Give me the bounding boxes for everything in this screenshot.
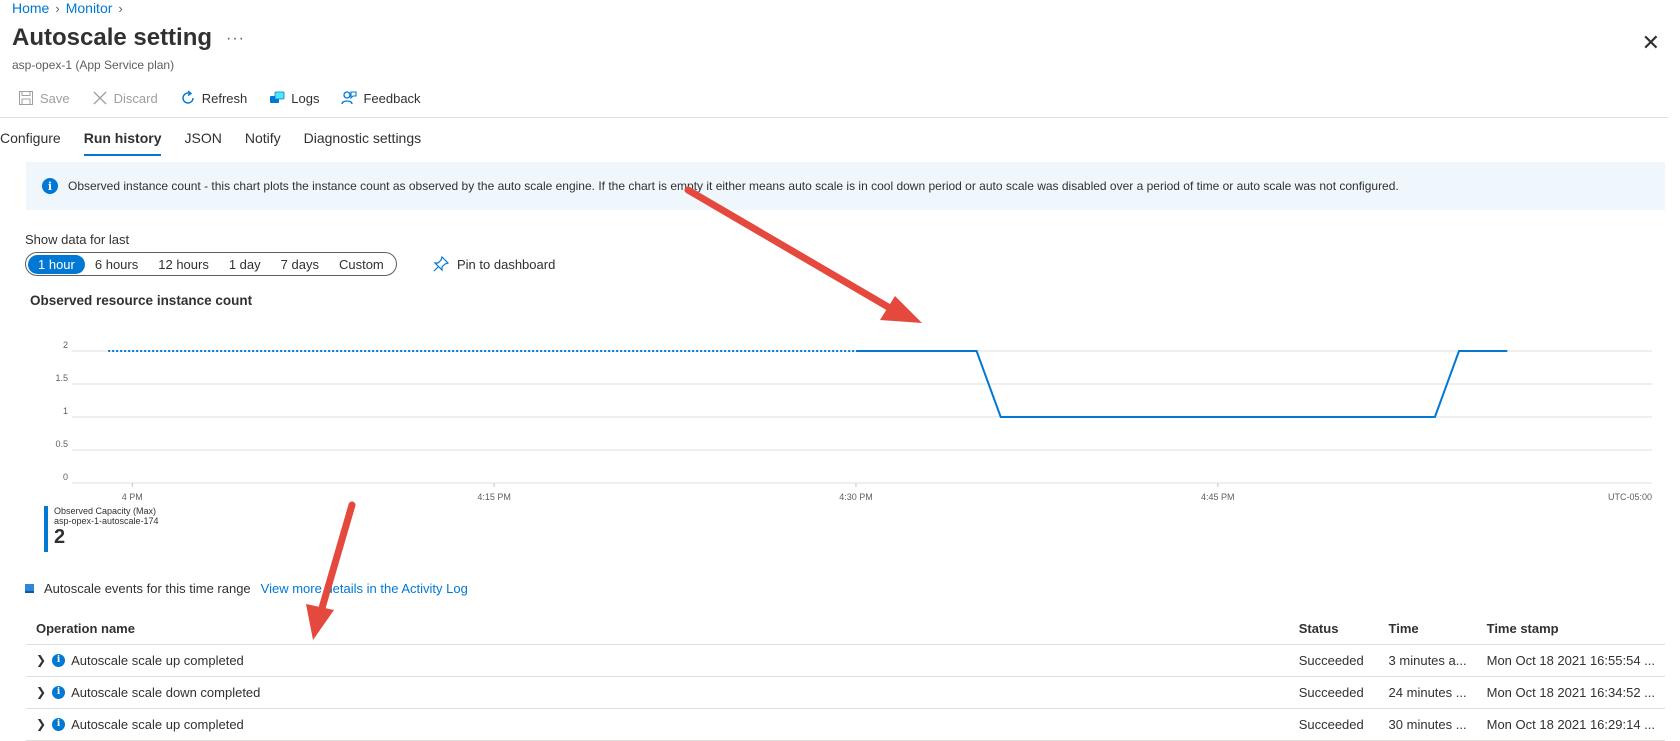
tab-run-history[interactable]: Run history	[83, 130, 162, 156]
tab-bar: Configure Run history JSON Notify Diagno…	[0, 130, 421, 156]
info-banner-text: Observed instance count - this chart plo…	[68, 179, 1399, 193]
time-option-1-day[interactable]: 1 day	[219, 255, 271, 274]
y-tick-label: 0	[63, 472, 68, 482]
operation-name: Autoscale scale up completed	[71, 652, 244, 668]
time-cell: 3 minutes a...	[1378, 644, 1477, 677]
instance-count-chart: 0 0.5 1 1.5 2 4 PM 4:15 PM 4:30 PM 4:45 PM UTC-05…	[55, 340, 1652, 502]
column-header-timestamp[interactable]: Time stamp	[1476, 614, 1665, 645]
status-cell: Succeeded	[1288, 676, 1379, 709]
page-title: Autoscale setting	[12, 24, 213, 51]
chart-title: Observed resource instance count	[30, 293, 253, 308]
y-tick-label: 2	[63, 340, 68, 350]
operation-name: Autoscale scale up completed	[71, 716, 244, 732]
feedback-label: Feedback	[363, 90, 421, 106]
time-cell: 24 minutes ...	[1378, 676, 1477, 709]
discard-label: Discard	[113, 90, 158, 106]
operation-name: Autoscale scale down completed	[71, 684, 261, 700]
table-header-row: Operation name Status Time Time stamp	[26, 614, 1665, 645]
timezone-label: UTC-05:00	[1608, 492, 1652, 502]
time-option-custom[interactable]: Custom	[329, 255, 394, 274]
discard-icon	[93, 91, 107, 105]
refresh-label: Refresh	[201, 90, 248, 106]
feedback-icon	[341, 91, 358, 105]
timestamp-cell: Mon Oct 18 2021 16:34:52 ...	[1476, 676, 1665, 709]
timestamp-cell: Mon Oct 18 2021 16:29:14 ...	[1476, 708, 1665, 741]
chart-legend[interactable]: Observed Capacity (Max) asp-opex-1-autos…	[44, 506, 159, 552]
x-tick-label: 4:30 PM	[839, 492, 873, 502]
activity-log-link[interactable]: View more details in the Activity Log	[261, 581, 468, 596]
x-tick-label: 4:45 PM	[1201, 492, 1235, 502]
y-tick-label: 1	[63, 406, 68, 416]
column-header-status[interactable]: Status	[1288, 614, 1379, 645]
info-icon: i	[42, 178, 58, 194]
page-subtitle: asp-opex-1 (App Service plan)	[12, 58, 175, 72]
status-cell: Succeeded	[1288, 644, 1379, 677]
info-icon: i	[52, 653, 66, 667]
chevron-right-icon[interactable]: ❯	[36, 717, 46, 731]
refresh-button[interactable]: Refresh	[180, 90, 248, 106]
events-table: Operation name Status Time Time stamp ❯ i…	[26, 614, 1665, 741]
breadcrumb-monitor-link[interactable]: Monitor	[66, 0, 113, 16]
command-bar: Save Discard Refresh Logs Feedback	[18, 90, 421, 106]
tab-configure[interactable]: Configure	[0, 130, 61, 156]
column-header-time[interactable]: Time	[1378, 614, 1477, 645]
chevron-right-icon[interactable]: ❯	[36, 653, 46, 667]
events-heading-text: Autoscale events for this time range	[44, 581, 251, 596]
logs-label: Logs	[291, 90, 320, 106]
legend-series-name: Observed Capacity (Max)	[54, 506, 157, 516]
time-option-7-days[interactable]: 7 days	[271, 255, 329, 274]
save-button[interactable]: Save	[18, 90, 70, 106]
y-tick-label: 1.5	[55, 373, 68, 383]
events-icon	[25, 584, 34, 593]
info-icon: i	[52, 685, 66, 699]
save-icon	[19, 91, 33, 105]
logs-icon	[270, 91, 285, 103]
more-options-button[interactable]: ···	[226, 30, 245, 48]
divider	[0, 117, 1668, 118]
legend-value: 2	[54, 526, 66, 548]
tab-json[interactable]: JSON	[184, 130, 221, 156]
pin-label: Pin to dashboard	[457, 256, 556, 272]
chevron-right-icon: ›	[55, 0, 60, 16]
time-option-6-hours[interactable]: 6 hours	[85, 255, 148, 274]
time-option-12-hours[interactable]: 12 hours	[148, 255, 219, 274]
status-cell: Succeeded	[1288, 708, 1379, 741]
chevron-right-icon: ›	[118, 0, 123, 16]
time-cell: 30 minutes ...	[1378, 708, 1477, 741]
info-icon: i	[52, 717, 66, 731]
chevron-right-icon[interactable]: ❯	[36, 685, 46, 699]
events-heading: Autoscale events for this time range Vie…	[25, 581, 468, 596]
x-tick-label: 4 PM	[122, 492, 143, 502]
table-row[interactable]: ❯ i Autoscale scale down completed Succeed…	[26, 676, 1665, 709]
tab-notify[interactable]: Notify	[245, 130, 281, 156]
time-range-label: Show data for last	[25, 232, 130, 247]
x-tick-label: 4:15 PM	[477, 492, 511, 502]
legend-color-bar	[44, 506, 48, 552]
timestamp-cell: Mon Oct 18 2021 16:55:54 ...	[1476, 644, 1665, 677]
feedback-button[interactable]: Feedback	[341, 90, 421, 106]
table-row[interactable]: ❯ i Autoscale scale up completed Succeeded…	[26, 708, 1665, 741]
pin-to-dashboard-button[interactable]: Pin to dashboard	[433, 256, 555, 272]
discard-button[interactable]: Discard	[92, 90, 158, 106]
close-icon[interactable]: ✕	[1642, 30, 1660, 56]
column-header-operation[interactable]: Operation name	[26, 614, 1289, 645]
legend-resource-name: asp-opex-1-autoscale-174	[54, 516, 159, 526]
y-tick-label: 0.5	[55, 439, 68, 449]
refresh-icon	[182, 90, 194, 104]
time-range-selector: 1 hour 6 hours 12 hours 1 day 7 days Cus…	[25, 252, 397, 276]
tab-diagnostic-settings[interactable]: Diagnostic settings	[304, 130, 422, 156]
breadcrumb-home-link[interactable]: Home	[12, 0, 49, 16]
info-banner: i Observed instance count - this chart p…	[26, 162, 1665, 210]
table-row[interactable]: ❯ i Autoscale scale up completed Succeeded…	[26, 644, 1665, 677]
pin-icon	[433, 256, 449, 272]
logs-button[interactable]: Logs	[269, 90, 319, 106]
breadcrumb: Home › Monitor ›	[12, 0, 123, 16]
time-option-1-hour[interactable]: 1 hour	[28, 254, 85, 274]
save-label: Save	[40, 90, 70, 106]
